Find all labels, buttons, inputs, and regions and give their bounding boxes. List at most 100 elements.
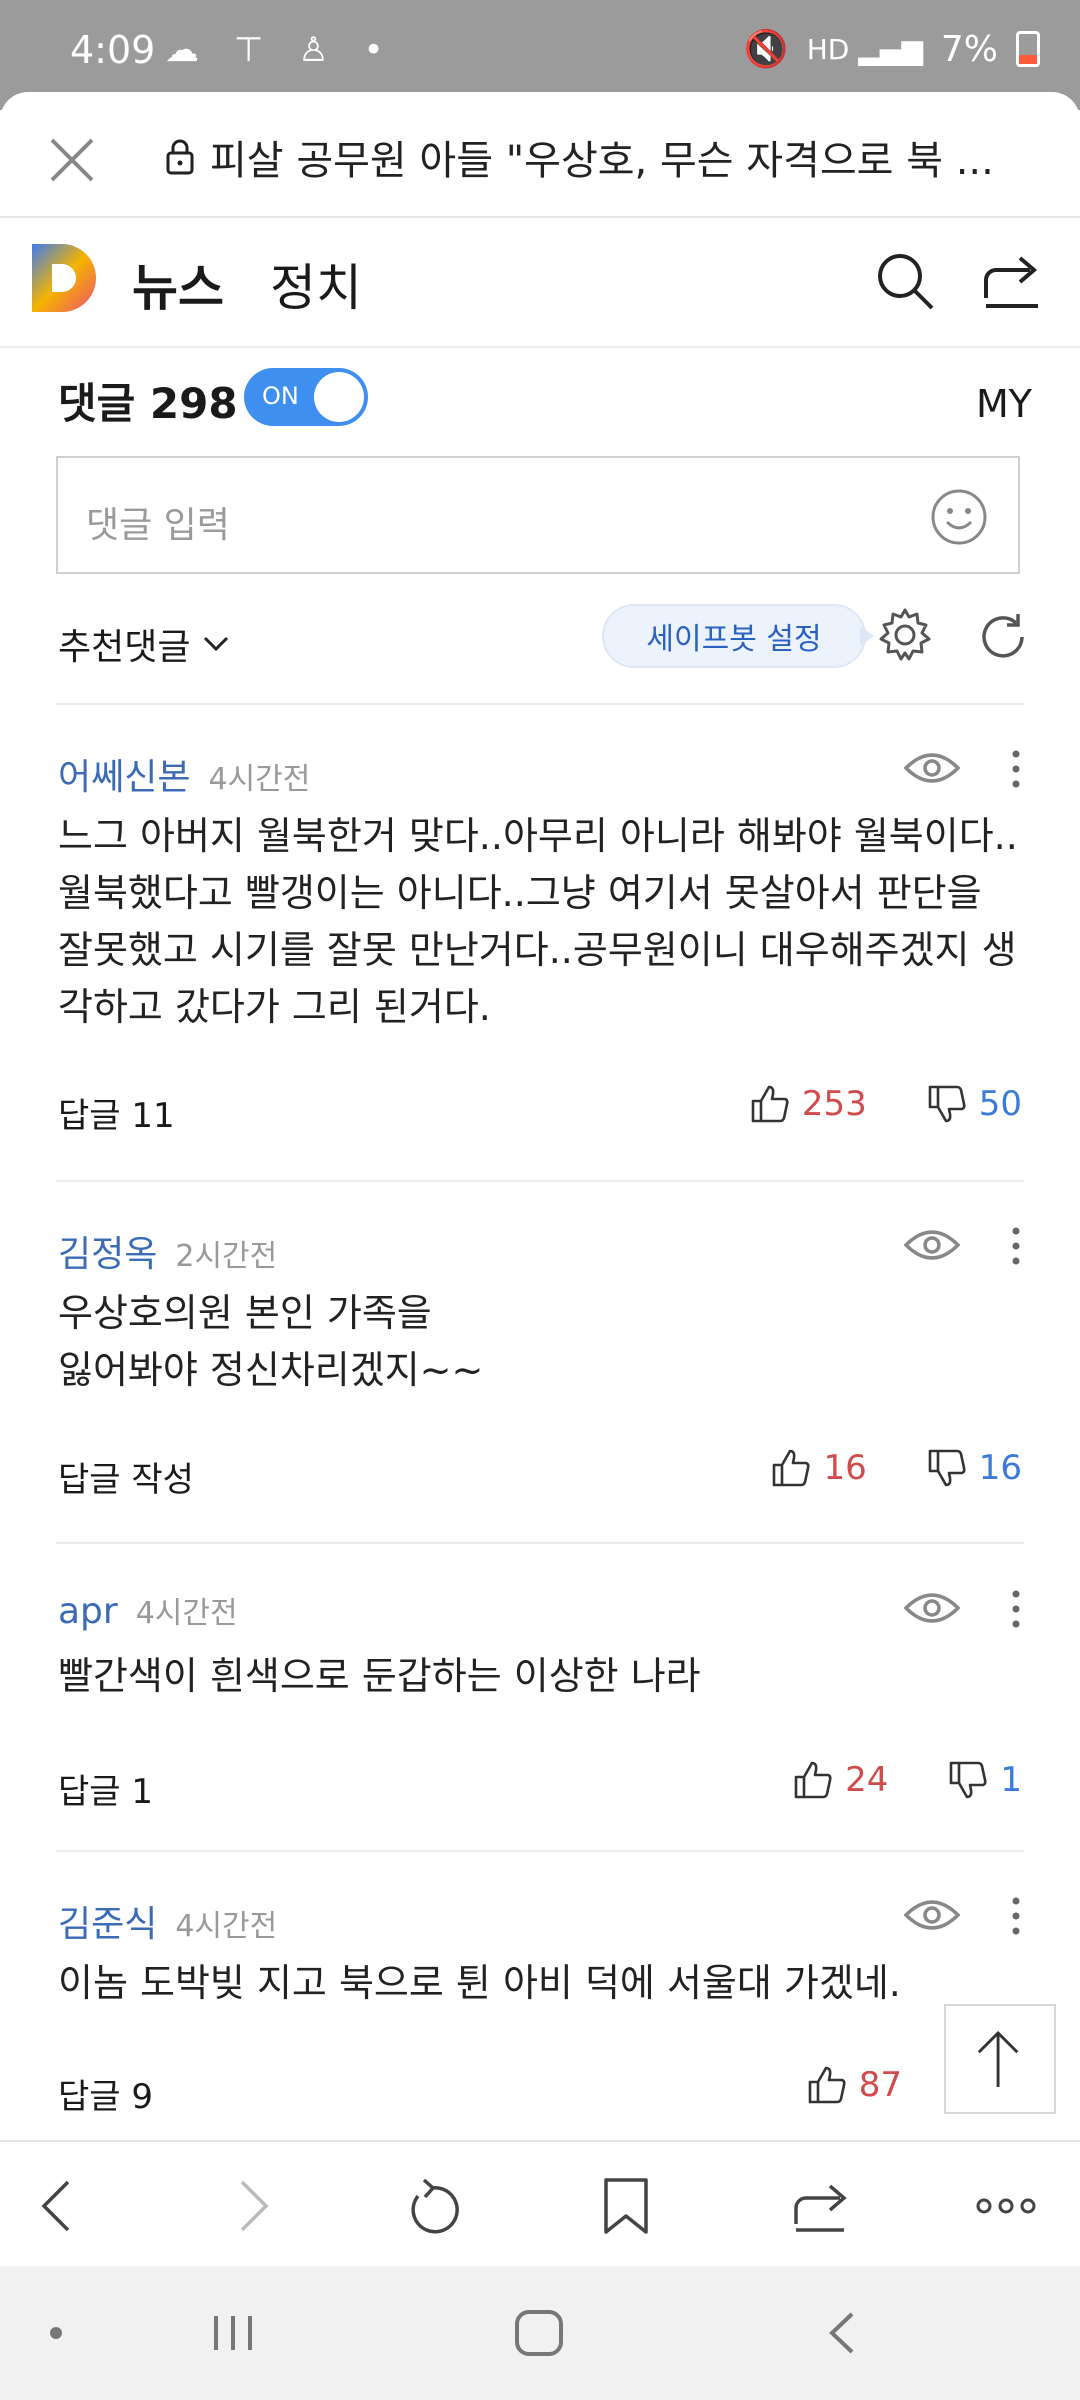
status-time: 4:09 bbox=[70, 28, 156, 72]
comment-text: 느그 아버지 월북한거 맞다..아무리 아니라 해봐야 월북이다.. 월북했다고… bbox=[58, 814, 1018, 1029]
dislike-count: 16 bbox=[978, 1448, 1022, 1488]
site-header: 뉴스 정치 bbox=[0, 216, 1080, 348]
dislike-count: 1 bbox=[1000, 1760, 1022, 1800]
divider bbox=[56, 1180, 1024, 1182]
comment-time: 4시간전 bbox=[135, 1596, 238, 1631]
vote-row: 24 1 bbox=[793, 1760, 1022, 1800]
like-count: 16 bbox=[823, 1448, 867, 1488]
notification-icons: ☁ ⊤ ♙ • bbox=[165, 30, 396, 70]
comment-input-placeholder: 댓글 입력 bbox=[86, 505, 230, 546]
thumbs-down-icon[interactable] bbox=[927, 1448, 967, 1488]
comment-author[interactable]: 김준식 bbox=[58, 1895, 157, 1947]
arrow-up-icon bbox=[977, 2030, 1019, 2087]
dot-icon bbox=[50, 2327, 62, 2339]
comment-item: 김정옥 2시간전 우상호의원 본인 가족을 잃어봐야 정신차리겠지~~ 답글 작… bbox=[58, 1225, 1022, 1525]
comment-time: 4시간전 bbox=[175, 1909, 278, 1944]
comment-author-row: 김준식 4시간전 bbox=[58, 1895, 277, 1947]
close-icon[interactable] bbox=[40, 128, 104, 192]
comment-author-row: 어쎄신본 4시간전 bbox=[58, 748, 310, 800]
eye-icon[interactable] bbox=[904, 1225, 960, 1265]
comment-author[interactable]: 김정옥 bbox=[58, 1225, 157, 1277]
thumbs-up-icon[interactable] bbox=[750, 1084, 790, 1124]
comment-time: 4시간전 bbox=[208, 762, 311, 797]
reply-button[interactable]: 답글 9 bbox=[58, 2069, 153, 2118]
eye-icon[interactable] bbox=[904, 1895, 960, 1935]
home-icon[interactable] bbox=[512, 2308, 566, 2358]
more-options-icon[interactable] bbox=[1008, 1586, 1024, 1632]
lock-icon bbox=[166, 139, 194, 175]
system-nav-bar bbox=[0, 2266, 1080, 2400]
like-count: 253 bbox=[801, 1084, 867, 1124]
bookmark-icon[interactable] bbox=[596, 2174, 656, 2238]
comment-text: 우상호의원 본인 가족을 잃어봐야 정신차리겠지~~ bbox=[58, 1291, 484, 1392]
comment-author[interactable]: 어쎄신본 bbox=[58, 748, 190, 800]
comment-text: 이놈 도박빚 지고 북으로 튄 아비 덕에 서울대 가겠네. bbox=[58, 1961, 901, 2005]
nav-section-politics[interactable]: 정치 bbox=[270, 248, 362, 320]
browser-toolbar bbox=[0, 2140, 1080, 2268]
comment-item: 어쎄신본 4시간전 느그 아버지 월북한거 맞다..아무리 아니라 해봐야 월북… bbox=[58, 748, 1022, 1148]
comment-author-row: 김정옥 2시간전 bbox=[58, 1225, 277, 1277]
comment-item: 김준식 4시간전 이놈 도박빚 지고 북으로 튄 아비 덕에 서울대 가겠네. … bbox=[58, 1893, 1024, 2117]
my-button[interactable]: MY bbox=[976, 382, 1032, 426]
url-bar: 피살 공무원 아들 "우상호, 무슨 자격으로 북 ... bbox=[0, 92, 1080, 218]
comment-count: 댓글 298 bbox=[58, 379, 238, 428]
daum-logo[interactable] bbox=[32, 244, 98, 312]
vote-row: 87 bbox=[807, 2065, 902, 2105]
chevron-down-icon bbox=[204, 636, 229, 652]
more-options-icon[interactable] bbox=[1008, 746, 1024, 792]
share-icon[interactable] bbox=[792, 2174, 852, 2238]
signal-icon: HD ▂▄▆ bbox=[806, 32, 923, 66]
comment-author-row: apr 4시간전 bbox=[58, 1588, 238, 1632]
comment-author[interactable]: apr bbox=[58, 1591, 118, 1632]
comment-input[interactable]: 댓글 입력 bbox=[56, 456, 1020, 574]
safebot-tail bbox=[860, 626, 874, 646]
more-options-icon[interactable] bbox=[1008, 1893, 1024, 1939]
divider bbox=[56, 1542, 1024, 1544]
sort-label: 추천댓글 bbox=[58, 627, 191, 668]
comment-item: apr 4시간전 빨간색이 흰색으로 둔갑하는 이상한 나라 답글 1 24 1 bbox=[58, 1586, 1024, 1812]
share-icon[interactable] bbox=[982, 250, 1042, 310]
eye-icon[interactable] bbox=[904, 748, 960, 788]
reload-icon[interactable] bbox=[404, 2174, 464, 2238]
forward-icon[interactable] bbox=[222, 2174, 282, 2238]
refresh-icon[interactable] bbox=[976, 610, 1030, 664]
thumbs-up-icon[interactable] bbox=[807, 2065, 847, 2105]
reply-button[interactable]: 답글 11 bbox=[58, 1088, 175, 1137]
divider bbox=[56, 1850, 1024, 1852]
system-back-icon[interactable] bbox=[822, 2308, 862, 2358]
battery-icon bbox=[1016, 31, 1040, 67]
emoji-icon[interactable] bbox=[930, 488, 988, 546]
more-options-icon[interactable] bbox=[1008, 1223, 1024, 1269]
reply-button[interactable]: 답글 작성 bbox=[58, 1452, 194, 1501]
like-count: 24 bbox=[845, 1760, 889, 1800]
reply-button[interactable]: 답글 1 bbox=[58, 1764, 153, 1813]
thumbs-down-icon[interactable] bbox=[948, 1760, 988, 1800]
safebot-settings-button[interactable]: 세이프봇 설정 bbox=[602, 604, 866, 668]
vote-row: 253 50 bbox=[750, 1084, 1022, 1124]
thumbs-down-icon[interactable] bbox=[927, 1084, 967, 1124]
back-icon[interactable] bbox=[28, 2174, 88, 2238]
battery-percent: 7% bbox=[940, 28, 998, 70]
divider bbox=[56, 703, 1024, 705]
comment-toggle[interactable]: ON bbox=[244, 368, 368, 426]
search-icon[interactable] bbox=[874, 250, 936, 312]
toggle-label: ON bbox=[262, 382, 299, 410]
dislike-count: 50 bbox=[978, 1084, 1022, 1124]
sort-dropdown[interactable]: 추천댓글 bbox=[58, 618, 230, 670]
thumbs-up-icon[interactable] bbox=[771, 1448, 811, 1488]
more-menu-icon[interactable] bbox=[976, 2174, 1036, 2238]
status-right: 🔇 HD ▂▄▆ 7% bbox=[744, 28, 1040, 70]
comment-time: 2시간전 bbox=[175, 1239, 278, 1274]
page-title[interactable]: 피살 공무원 아들 "우상호, 무슨 자격으로 북 ... bbox=[210, 128, 1040, 186]
nav-news[interactable]: 뉴스 bbox=[132, 248, 224, 320]
gear-icon[interactable] bbox=[876, 606, 934, 664]
eye-icon[interactable] bbox=[904, 1588, 960, 1628]
thumbs-up-icon[interactable] bbox=[793, 1760, 833, 1800]
scroll-to-top-button[interactable] bbox=[944, 2004, 1056, 2114]
comment-text: 빨간색이 흰색으로 둔갑하는 이상한 나라 bbox=[58, 1654, 701, 1698]
like-count: 87 bbox=[858, 2065, 902, 2105]
mute-icon: 🔇 bbox=[743, 29, 789, 70]
recent-apps-icon[interactable] bbox=[208, 2308, 258, 2358]
vote-row: 16 16 bbox=[771, 1448, 1022, 1488]
toggle-knob bbox=[314, 372, 364, 422]
